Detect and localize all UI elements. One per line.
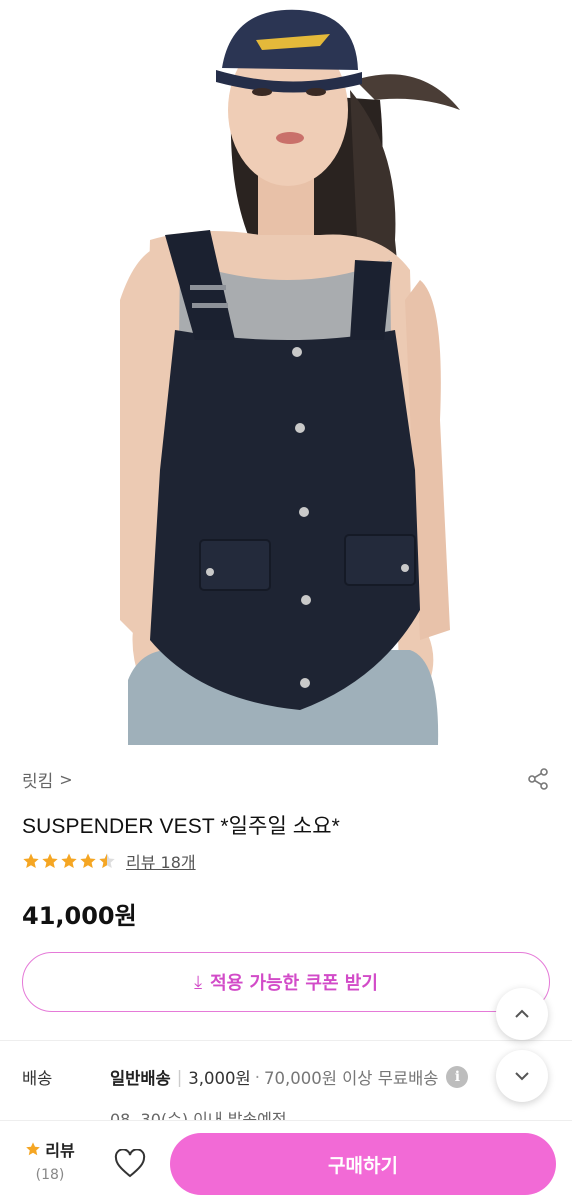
divider	[0, 1040, 572, 1041]
bottom-action-bar: 리뷰 (18) 구매하기	[0, 1120, 572, 1200]
download-arrow-icon: ⤓	[194, 971, 203, 993]
shipping-fee: 3,000원	[188, 1069, 251, 1088]
shipping-label: 배송	[22, 1069, 53, 1088]
scroll-top-button[interactable]	[496, 988, 548, 1040]
shipping-date: 08. 30(수) 이내 발송예정	[110, 1110, 287, 1120]
brand-name: 릿킴	[22, 771, 54, 792]
info-icon[interactable]: i	[446, 1066, 469, 1088]
star-icon	[61, 853, 77, 868]
buy-button[interactable]: 구매하기	[170, 1133, 556, 1195]
shipping-divider: |	[176, 1067, 183, 1087]
review-count-link[interactable]: 리뷰 18개	[126, 849, 196, 873]
shipping-row: 배송 일반배송 | 3,000원 · 70,000원 이상 무료배송 i	[22, 1064, 469, 1090]
shipping-type: 일반배송	[110, 1069, 171, 1088]
shipping-dot: ·	[254, 1067, 260, 1087]
rating-row: 리뷰 18개	[22, 850, 196, 872]
free-shipping-condition: 70,000원 이상 무료배송	[263, 1069, 439, 1088]
product-title: SUSPENDER VEST *일주일 소요*	[22, 815, 340, 838]
star-rating	[22, 852, 116, 870]
star-icon	[23, 853, 39, 868]
brand-link[interactable]: 릿킴 >	[22, 767, 73, 792]
price: 41,000원	[22, 902, 137, 930]
review-summary-button[interactable]: 리뷰 (18)	[20, 1137, 80, 1183]
share-icon[interactable]	[526, 767, 550, 791]
review-count: (18)	[35, 1167, 65, 1183]
product-image[interactable]	[0, 0, 572, 745]
star-icon	[26, 1142, 41, 1156]
chevron-up-icon	[515, 1009, 529, 1018]
scroll-down-button[interactable]	[496, 1050, 548, 1102]
chevron-down-icon	[515, 1072, 529, 1081]
star-icon	[42, 853, 58, 868]
star-icon	[80, 853, 96, 868]
brand-row: 릿킴 >	[22, 766, 550, 792]
chevron-right-icon: >	[59, 769, 73, 789]
coupon-label: 적용 가능한 쿠폰 받기	[210, 973, 378, 994]
heart-icon[interactable]	[114, 1149, 146, 1179]
half-star-icon	[99, 853, 115, 868]
coupon-button[interactable]: ⤓ 적용 가능한 쿠폰 받기	[22, 952, 550, 1012]
review-label: 리뷰	[45, 1141, 75, 1160]
